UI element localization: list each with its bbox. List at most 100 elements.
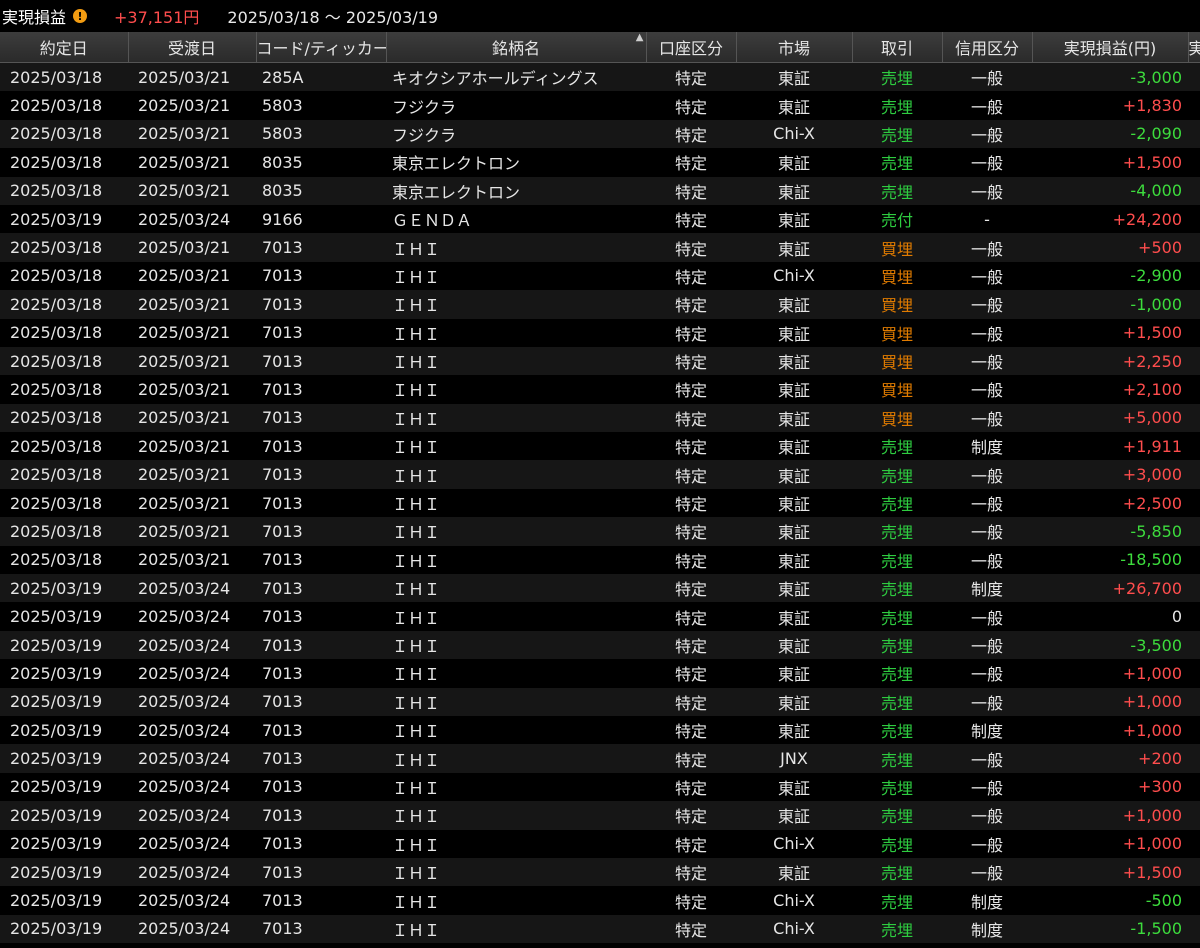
table-row[interactable]: 2025/03/19 2025/03/24 7013 ＩＨＩ 特定 Chi-X 売埋 制度 -1… [0, 914, 1200, 944]
cell-stock-name: ＩＨＩ [386, 829, 646, 858]
table-row[interactable]: 2025/03/19 2025/03/24 7013 ＩＨＩ 特定 東証 売埋 制度 +26,7… [0, 574, 1200, 603]
cell-market: 東証 [736, 233, 852, 262]
cell-code: 7013 [256, 772, 386, 802]
col-header-trade-date[interactable]: 約定日 [0, 32, 129, 63]
cell-filler [1188, 261, 1200, 291]
cell-trade-type: 売埋 [852, 91, 942, 120]
table-row[interactable]: 2025/03/18 2025/03/21 7013 ＩＨＩ 特定 東証 売埋 一般 -18,5… [0, 545, 1200, 575]
cell-market: 東証 [736, 204, 852, 234]
table-row[interactable]: 2025/03/19 2025/03/24 7013 ＩＨＩ 特定 東証 売埋 一般 +1,00… [0, 687, 1200, 716]
cell-credit-type: 一般 [942, 403, 1032, 433]
cell-account-type: 特定 [646, 119, 736, 149]
table-row[interactable]: 2025/03/18 2025/03/21 7013 ＩＨＩ 特定 東証 買埋 一般 +2,25… [0, 346, 1200, 376]
cell-credit-type: 一般 [942, 772, 1032, 802]
table-row[interactable]: 2025/03/19 2025/03/24 7013 ＩＨＩ 特定 東証 売埋 一般 +1,00… [0, 659, 1200, 688]
table-row[interactable]: 2025/03/18 2025/03/21 5803 フジクラ 特定 Chi-X 売埋 一般 -… [0, 119, 1200, 149]
table-row[interactable]: 2025/03/19 2025/03/24 7013 ＩＨＩ 特定 JNX 売埋 一般 +200 [0, 744, 1200, 773]
cell-realized-pl: +5,000 [1032, 403, 1188, 433]
col-header-realized-pl[interactable]: 実現損益(円) [1032, 32, 1189, 63]
cell-trade-type: 売埋 [852, 772, 942, 802]
cell-stock-name: ＧＥＮＤＡ [386, 204, 646, 234]
cell-account-type: 特定 [646, 488, 736, 518]
cell-filler [1188, 715, 1200, 745]
cell-credit-type: 一般 [942, 602, 1032, 631]
cell-filler [1188, 801, 1200, 830]
cell-realized-pl: +300 [1032, 772, 1188, 802]
cell-code: 5803 [256, 91, 386, 120]
cell-code: 7013 [256, 857, 386, 887]
table-row[interactable]: 2025/03/18 2025/03/21 7013 ＩＨＩ 特定 東証 売埋 一般 +2,50… [0, 488, 1200, 518]
cell-trade-type: 売埋 [852, 602, 942, 631]
table-row[interactable]: 2025/03/19 2025/03/24 7013 ＩＨＩ 特定 Chi-X 売埋 制度 -5… [0, 886, 1200, 915]
table-row[interactable]: 2025/03/18 2025/03/21 7013 ＩＨＩ 特定 東証 買埋 一般 +2,10… [0, 375, 1200, 404]
cell-realized-pl: +1,000 [1032, 659, 1188, 688]
col-header-settlement-date[interactable]: 受渡日 [128, 32, 257, 63]
cell-trade-date: 2025/03/19 [0, 801, 128, 830]
cell-realized-pl: -5,850 [1032, 517, 1188, 546]
table-row[interactable]: 2025/03/18 2025/03/21 285A キオクシアホールディングス 特定東… [0, 62, 1200, 92]
cell-credit-type: - [942, 204, 1032, 234]
table-row[interactable]: 2025/03/18 2025/03/21 7013 ＩＨＩ 特定 Chi-X 買埋 一般 -2… [0, 261, 1200, 291]
table-row[interactable]: 2025/03/18 2025/03/21 7013 ＩＨＩ 特定 東証 売埋 制度 +1,91… [0, 432, 1200, 461]
cell-realized-pl: +1,911 [1032, 432, 1188, 461]
col-header-credit[interactable]: 信用区分 [942, 32, 1033, 63]
cell-credit-type: 一般 [942, 545, 1032, 575]
cell-account-type: 特定 [646, 346, 736, 376]
table-row[interactable]: 2025/03/19 2025/03/24 7013 ＩＨＩ 特定 東証 売埋 一般 +1,50… [0, 857, 1200, 887]
table-row[interactable]: 2025/03/19 2025/03/24 7013 ＩＨＩ 特定 東証 売埋 制度 +1,00… [0, 715, 1200, 745]
cell-settlement-date: 2025/03/21 [128, 432, 256, 461]
cell-stock-name: ＩＨＩ [386, 744, 646, 773]
table-row[interactable]: 2025/03/18 2025/03/21 7013 ＩＨＩ 特定 東証 買埋 一般 +500 [0, 233, 1200, 262]
cell-trade-date: 2025/03/19 [0, 574, 128, 603]
table-row[interactable]: 2025/03/18 2025/03/21 7013 ＩＨＩ 特定 東証 買埋 一般 -1,00… [0, 290, 1200, 319]
cell-code: 7013 [256, 659, 386, 688]
cell-settlement-date: 2025/03/21 [128, 176, 256, 205]
table-row[interactable]: 2025/03/18 2025/03/21 7013 ＩＨＩ 特定 東証 売埋 一般 +3,00… [0, 460, 1200, 489]
table-row[interactable]: 2025/03/18 2025/03/21 8035 東京エレクトロン 特定 東証 売埋 一般… [0, 176, 1200, 205]
cell-trade-date: 2025/03/19 [0, 715, 128, 745]
cell-settlement-date: 2025/03/21 [128, 403, 256, 433]
table-row[interactable]: 2025/03/18 2025/03/21 7013 ＩＨＩ 特定 東証 売埋 一般 -5,85… [0, 517, 1200, 546]
table-row[interactable]: 2025/03/19 2025/03/24 7013 ＩＨＩ 特定 東証 売埋 一般 +1,00… [0, 801, 1200, 830]
cell-code: 7013 [256, 403, 386, 433]
cell-code: 7013 [256, 914, 386, 944]
cell-credit-type: 一般 [942, 261, 1032, 291]
cell-account-type: 特定 [646, 91, 736, 120]
table-row[interactable]: 2025/03/18 2025/03/21 8035 東京エレクトロン 特定 東証 売埋 一般… [0, 148, 1200, 177]
table-row[interactable]: 2025/03/19 2025/03/24 9166 ＧＥＮＤＡ 特定 東証 売付 - +24,… [0, 204, 1200, 234]
cell-filler [1188, 148, 1200, 177]
col-header-trade[interactable]: 取引 [852, 32, 943, 63]
table-row[interactable]: 2025/03/19 2025/03/24 7013 ＩＨＩ 特定 Chi-X 売埋 一般 +1… [0, 829, 1200, 858]
table-row[interactable]: 2025/03/18 2025/03/21 7013 ＩＨＩ 特定 東証 買埋 一般 +1,50… [0, 318, 1200, 347]
cell-settlement-date: 2025/03/24 [128, 744, 256, 773]
table-row[interactable]: 2025/03/18 2025/03/21 5803 フジクラ 特定 東証 売埋 一般 +1,8… [0, 91, 1200, 120]
col-header-market[interactable]: 市場 [736, 32, 853, 63]
table-row[interactable]: 2025/03/19 2025/03/24 7013 ＩＨＩ 特定 東証 売埋 一般 -3,50… [0, 630, 1200, 660]
table-row[interactable]: 2025/03/18 2025/03/21 7013 ＩＨＩ 特定 東証 買埋 一般 +5,00… [0, 403, 1200, 433]
table-row[interactable]: 2025/03/19 2025/03/24 7013 ＩＨＩ 特定 東証 売埋 一般 0 [0, 602, 1200, 631]
cell-stock-name: ＩＨＩ [386, 233, 646, 262]
col-header-truncated[interactable]: 実 [1188, 32, 1200, 63]
cell-account-type: 特定 [646, 204, 736, 234]
cell-credit-type: 一般 [942, 488, 1032, 518]
cell-trade-date: 2025/03/19 [0, 886, 128, 915]
cell-filler [1188, 602, 1200, 631]
col-header-account[interactable]: 口座区分 [646, 32, 737, 63]
cell-realized-pl: +1,500 [1032, 857, 1188, 887]
warning-icon[interactable]: ! [73, 9, 88, 23]
col-header-code[interactable]: コード/ティッカー [256, 32, 387, 63]
col-header-name-label: 銘柄名 [491, 39, 540, 58]
cell-credit-type: 一般 [942, 346, 1032, 376]
cell-stock-name: フジクラ [386, 91, 646, 120]
cell-account-type: 特定 [646, 687, 736, 716]
cell-stock-name: ＩＨＩ [386, 687, 646, 716]
cell-settlement-date: 2025/03/24 [128, 772, 256, 802]
cell-code: 7013 [256, 233, 386, 262]
table-row[interactable]: 2025/03/19 2025/03/24 7013 ＩＨＩ 特定 東証 売埋 一般 +300 [0, 772, 1200, 802]
cell-credit-type: 一般 [942, 176, 1032, 205]
cell-trade-date: 2025/03/18 [0, 119, 128, 149]
cell-account-type: 特定 [646, 460, 736, 489]
cell-settlement-date: 2025/03/21 [128, 148, 256, 177]
col-header-name[interactable]: 銘柄名 ▲ [386, 32, 647, 63]
cell-filler [1188, 829, 1200, 858]
